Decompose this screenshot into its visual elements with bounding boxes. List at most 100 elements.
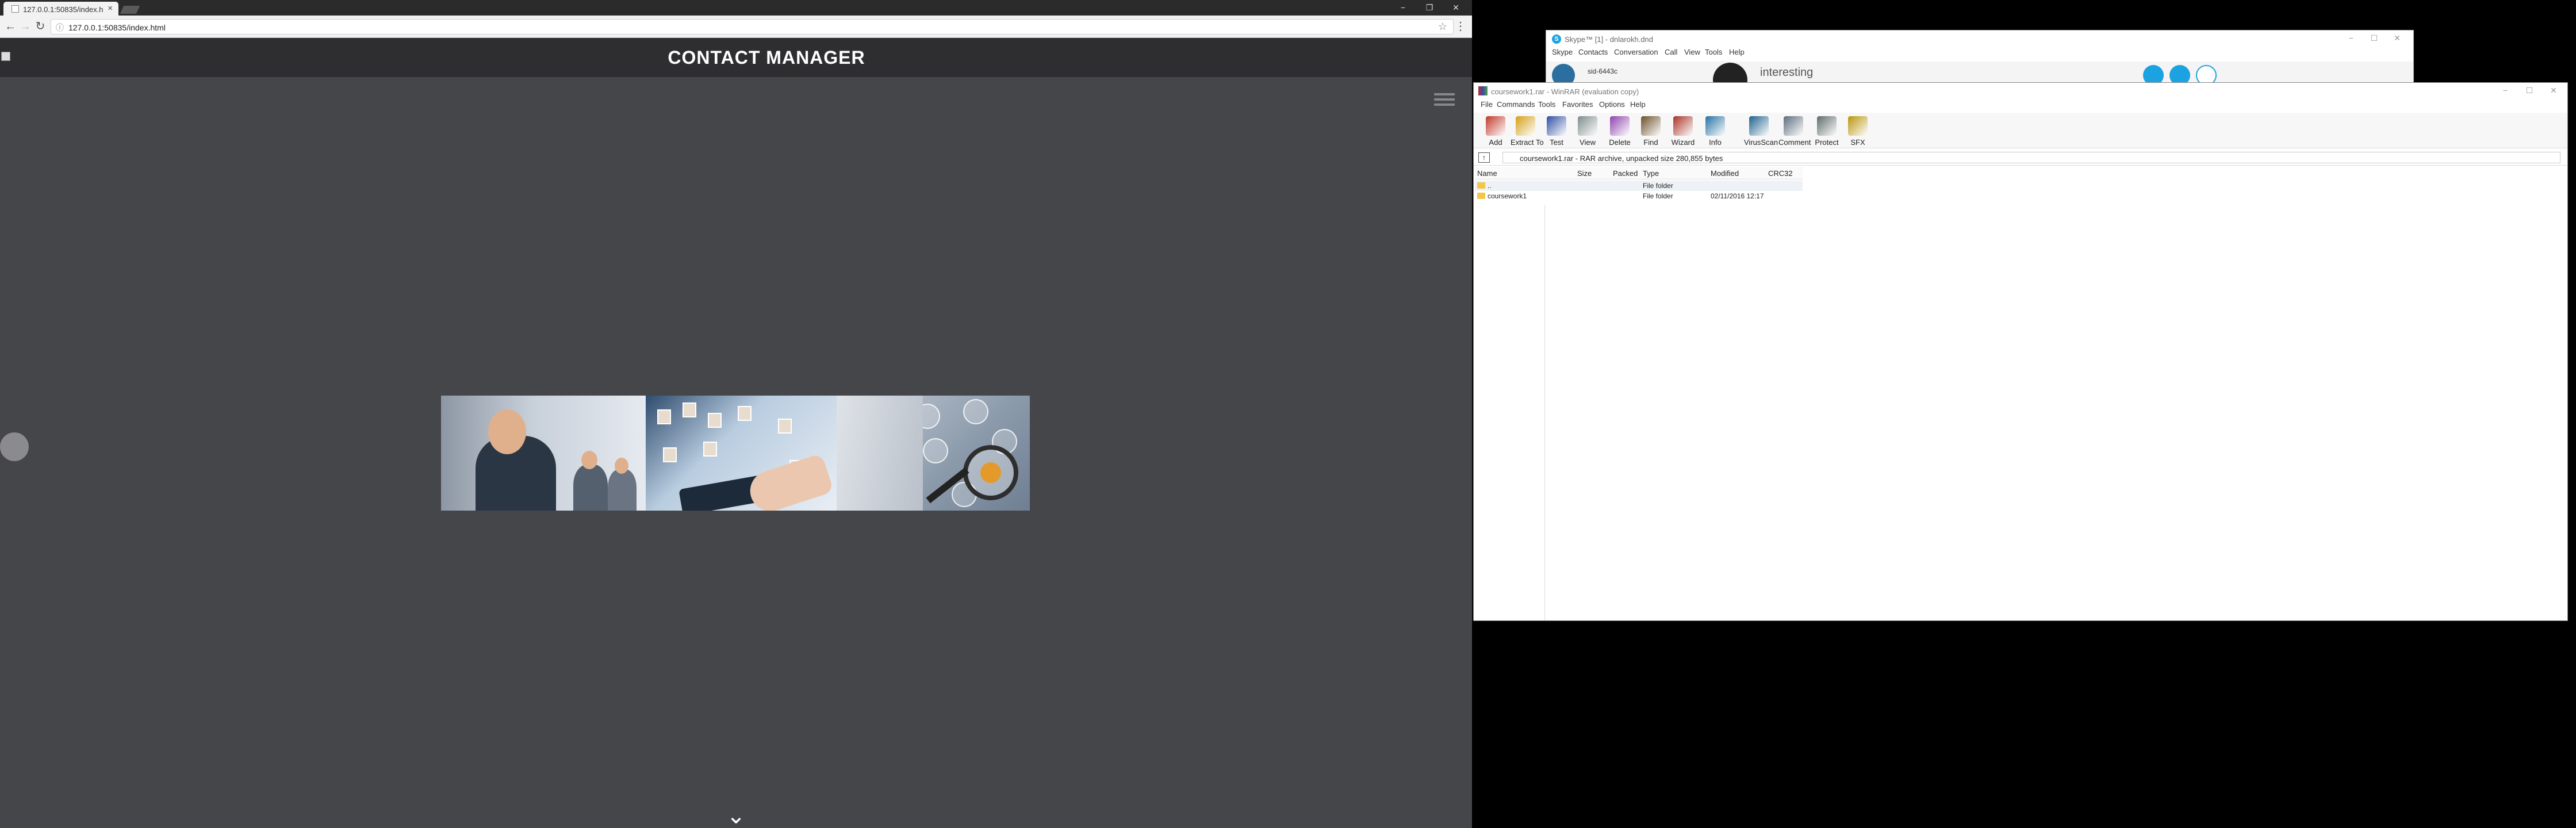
bookmark-star-icon[interactable]: ☆ — [1438, 21, 1447, 33]
winrar-menu-commands[interactable]: Commands — [1497, 100, 1535, 109]
page-info-icon[interactable]: ⓘ — [56, 22, 64, 33]
winrar-menu-tools[interactable]: Tools — [1538, 100, 1555, 109]
wizard-button[interactable]: Wizard — [1668, 116, 1698, 147]
winrar-menu-file[interactable]: File — [1481, 100, 1493, 109]
file-list: Name Size Packed Type Modified CRC32 .. … — [1475, 167, 2567, 620]
skype-menu-bar: Skype Contacts Conversation Call View To… — [1546, 48, 2413, 60]
row-type: File folder — [1643, 192, 1673, 200]
column-modified[interactable]: Modified — [1711, 169, 1739, 178]
skype-logo-icon: S — [1552, 34, 1561, 44]
column-name[interactable]: Name — [1477, 169, 1497, 178]
winrar-maximize-button[interactable]: ☐ — [2518, 84, 2541, 97]
winrar-menu-help[interactable]: Help — [1630, 100, 1646, 109]
test-icon — [1547, 116, 1566, 136]
column-crc32[interactable]: CRC32 — [1768, 169, 1793, 178]
row-name: coursework1 — [1488, 192, 1527, 200]
skype-window-title: Skype™ [1] - dnlarokh.dnd — [1565, 35, 1653, 44]
page-favicon-icon — [12, 5, 19, 13]
chrome-menu-icon[interactable]: ⋮ — [1455, 19, 1466, 33]
folder-tree-pane — [1474, 205, 1545, 620]
skype-menu-contacts[interactable]: Contacts — [1578, 48, 1608, 56]
table-row[interactable]: coursework1 File folder 02/11/2016 12:17 — [1475, 191, 1803, 201]
row-name: .. — [1488, 182, 1492, 190]
skype-close-button[interactable]: ✕ — [2386, 32, 2409, 44]
folder-icon — [1477, 182, 1485, 189]
winrar-window: coursework1.rar - WinRAR (evaluation cop… — [1473, 82, 2568, 621]
tab-title: 127.0.0.1:50835/index.h — [23, 5, 103, 14]
extract-icon — [1516, 116, 1535, 136]
forward-arrow-icon[interactable]: → — [18, 20, 32, 33]
contact-mood-message: interesting — [1760, 66, 1814, 79]
skype-menu-conversation[interactable]: Conversation — [1614, 48, 1658, 56]
skype-menu-skype[interactable]: Skype — [1552, 48, 1573, 56]
virusscan-button[interactable]: VirusScan — [1744, 116, 1778, 147]
skype-menu-help[interactable]: Help — [1729, 48, 1745, 56]
skype-menu-call[interactable]: Call — [1665, 48, 1677, 56]
folder-icon — [1477, 193, 1485, 199]
row-modified: 02/11/2016 12:17 — [1711, 192, 1764, 200]
extract-to-button[interactable]: Extract To — [1511, 116, 1544, 147]
slider-nav-dot[interactable] — [0, 432, 29, 461]
maximize-button[interactable]: ❐ — [1418, 1, 1441, 14]
comment-button[interactable]: Comment — [1778, 116, 1811, 147]
new-tab-button[interactable] — [120, 6, 140, 14]
up-folder-icon[interactable]: ↑ — [1478, 152, 1490, 163]
column-packed[interactable]: Packed — [1613, 169, 1638, 178]
winrar-title-bar: coursework1.rar - WinRAR (evaluation cop… — [1474, 83, 2567, 99]
table-row[interactable]: .. File folder — [1475, 181, 1803, 191]
view-button[interactable]: View — [1573, 116, 1603, 147]
winrar-menu-bar: File Commands Tools Favorites Options He… — [1474, 100, 2567, 113]
skype-menu-view[interactable]: View — [1684, 48, 1700, 56]
site-header: CONTACT MANAGER — [0, 38, 1472, 77]
file-list-header: Name Size Packed Type Modified CRC32 — [1475, 167, 1803, 179]
virusscan-icon — [1749, 116, 1769, 136]
protect-button[interactable]: Protect — [1812, 116, 1842, 147]
delete-button[interactable]: Delete — [1605, 116, 1635, 147]
banner-smartphone-photo — [646, 396, 837, 511]
add-button[interactable]: Add — [1481, 116, 1511, 147]
scroll-down-chevron-icon[interactable]: ⌄ — [723, 804, 749, 827]
archive-path-bar: ↑ coursework1.rar - RAR archive, unpacke… — [1474, 150, 2567, 166]
sfx-icon — [1848, 116, 1868, 136]
winrar-menu-options[interactable]: Options — [1599, 100, 1625, 109]
winrar-window-title: coursework1.rar - WinRAR (evaluation cop… — [1491, 87, 1639, 96]
sfx-button[interactable]: SFX — [1843, 116, 1873, 147]
url-text: 127.0.0.1:50835/index.html — [68, 23, 166, 32]
back-arrow-icon[interactable]: ← — [3, 20, 17, 33]
address-bar-row: ← → ↻ ⓘ 127.0.0.1:50835/index.html ☆ ⋮ — [0, 16, 1472, 38]
delete-icon — [1610, 116, 1630, 136]
skype-title-bar: S Skype™ [1] - dnlarokh.dnd − ☐ ✕ — [1546, 30, 2413, 47]
close-window-button[interactable]: ✕ — [1444, 1, 1467, 14]
browser-tab[interactable]: 127.0.0.1:50835/index.h × — [3, 2, 118, 16]
find-button[interactable]: Find — [1636, 116, 1666, 147]
skype-menu-tools[interactable]: Tools — [1705, 48, 1722, 56]
url-input[interactable]: ⓘ 127.0.0.1:50835/index.html ☆ — [51, 19, 1454, 34]
tab-strip: 127.0.0.1:50835/index.h × − ❐ ✕ — [0, 0, 1472, 16]
winrar-close-button[interactable]: ✕ — [2542, 84, 2565, 97]
row-type: File folder — [1643, 182, 1673, 190]
skype-maximize-button[interactable]: ☐ — [2363, 32, 2386, 44]
skype-window: S Skype™ [1] - dnlarokh.dnd − ☐ ✕ Skype … — [1546, 30, 2414, 97]
column-type[interactable]: Type — [1643, 169, 1659, 178]
winrar-toolbar: Add Extract To Test View Delete Find Wiz… — [1474, 113, 2567, 148]
skype-minimize-button[interactable]: − — [2340, 32, 2363, 44]
find-icon — [1641, 116, 1661, 136]
banner-magnifier-photo — [837, 396, 1030, 511]
reload-icon[interactable]: ↻ — [33, 20, 47, 33]
banner-businessman-photo — [441, 396, 646, 511]
tab-close-button[interactable]: × — [108, 3, 113, 13]
minimize-button[interactable]: − — [1392, 1, 1414, 14]
archive-path-text: coursework1.rar - RAR archive, unpacked … — [1520, 154, 1723, 163]
skype-username: sid-6443c — [1588, 67, 1618, 75]
skype-conversation-header: sid-6443c interesting — [1546, 62, 2413, 97]
info-button[interactable]: Info — [1700, 116, 1730, 147]
test-button[interactable]: Test — [1542, 116, 1571, 147]
protect-icon — [1817, 116, 1837, 136]
page-title: CONTACT MANAGER — [668, 47, 865, 68]
info-icon — [1705, 116, 1725, 136]
column-size[interactable]: Size — [1577, 169, 1592, 178]
browser-window: 127.0.0.1:50835/index.h × − ❐ ✕ ← → ↻ ⓘ … — [0, 0, 1472, 828]
hamburger-menu-icon[interactable] — [1434, 93, 1455, 109]
winrar-minimize-button[interactable]: − — [2494, 84, 2517, 97]
winrar-menu-favorites[interactable]: Favorites — [1562, 100, 1593, 109]
